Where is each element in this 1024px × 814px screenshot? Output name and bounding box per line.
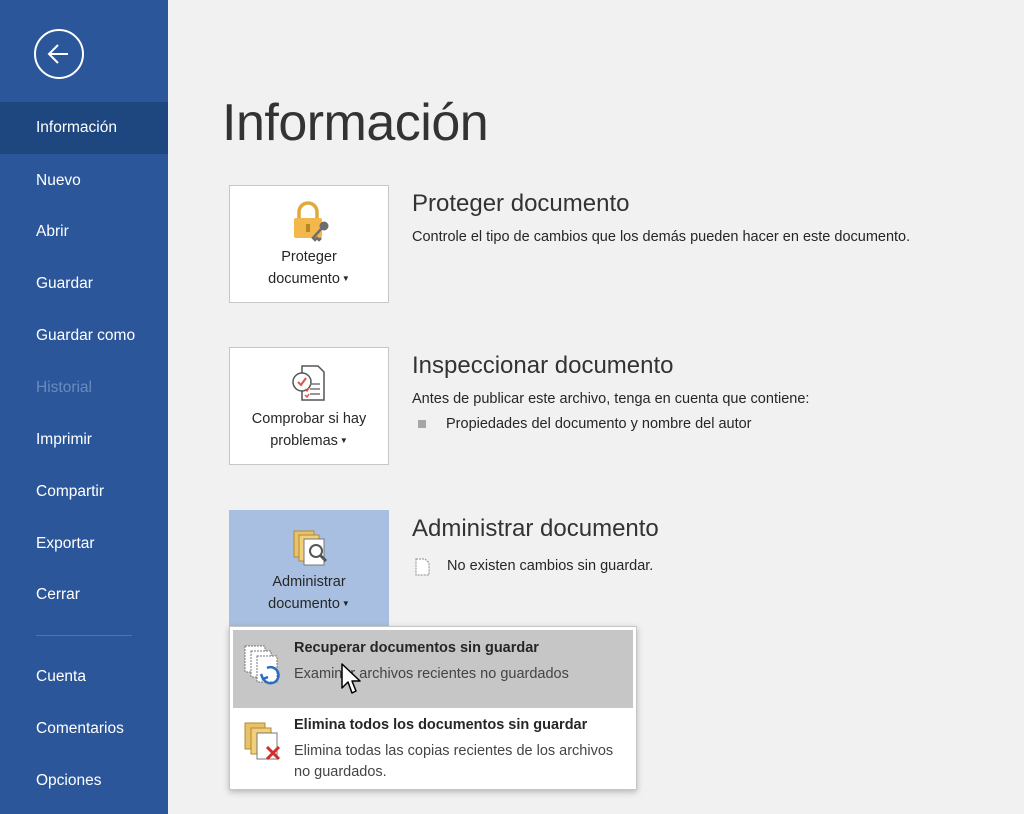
delete-documents-icon — [244, 722, 281, 761]
back-arrow-icon — [47, 44, 68, 64]
nav-cerrar[interactable]: Cerrar — [0, 569, 168, 621]
menu-delete-unsaved[interactable]: Elimina todos los documentos sin guardar… — [233, 711, 633, 787]
inspect-bullet-text: Propiedades del documento y nombre del a… — [446, 416, 752, 432]
nav-divider — [36, 635, 132, 636]
check-tile-line2: problemas — [270, 433, 338, 449]
nav-guardar-como[interactable]: Guardar como — [0, 310, 168, 362]
document-icon — [415, 558, 430, 576]
caret-down-icon: ▼ — [341, 599, 350, 609]
nav-nuevo[interactable]: Nuevo — [0, 155, 168, 207]
protect-title: Proteger documento — [412, 190, 630, 217]
inspect-description: Antes de publicar este archivo, tenga en… — [412, 391, 810, 407]
caret-down-icon: ▼ — [341, 274, 350, 284]
manage-document-menu: Recuperar documentos sin guardar Examina… — [229, 626, 637, 790]
protect-description: Controle el tipo de cambios que los demá… — [412, 229, 911, 245]
delete-title: Elimina todos los documentos sin guardar — [294, 717, 588, 733]
caret-down-icon: ▼ — [339, 436, 348, 446]
page-title: Información — [222, 94, 489, 152]
recover-documents-icon — [244, 645, 280, 685]
protect-tile-line2: documento — [268, 271, 340, 287]
nav-guardar[interactable]: Guardar — [0, 258, 168, 310]
bullet-square — [418, 420, 426, 428]
mouse-pointer-icon — [341, 663, 361, 694]
manage-title: Administrar documento — [412, 515, 659, 542]
manage-tile-line1: Administrar — [272, 574, 346, 590]
nav-imprimir[interactable]: Imprimir — [0, 414, 168, 466]
inspect-title: Inspeccionar documento — [412, 352, 674, 379]
recover-title: Recuperar documentos sin guardar — [294, 640, 539, 656]
nav-historial: Historial — [36, 379, 92, 396]
protect-document-button[interactable]: Proteger documento ▼ — [229, 185, 389, 303]
nav-comentarios[interactable]: Comentarios — [0, 703, 168, 755]
check-issues-button[interactable]: Comprobar si hay problemas ▼ — [229, 347, 389, 465]
menu-recover-unsaved[interactable]: Recuperar documentos sin guardar Examina… — [233, 630, 633, 708]
lock-key-icon — [294, 201, 329, 242]
nav-opciones[interactable]: Opciones — [0, 755, 168, 807]
delete-description: Elimina todas las copias recientes de lo… — [294, 743, 614, 780]
manage-documents-icon — [293, 530, 328, 566]
nav-cuenta[interactable]: Cuenta — [0, 651, 168, 703]
nav-informacion[interactable]: Información — [0, 102, 168, 154]
nav-abrir[interactable]: Abrir — [0, 206, 168, 258]
manage-document-button[interactable]: Administrar documento ▼ — [229, 510, 389, 628]
back-button[interactable] — [34, 29, 84, 79]
inspect-checklist-icon — [292, 365, 325, 401]
check-tile-line1: Comprobar si hay — [251, 411, 367, 427]
protect-tile-line1: Proteger — [281, 249, 337, 265]
manage-status: No existen cambios sin guardar. — [447, 558, 654, 574]
nav-exportar[interactable]: Exportar — [0, 518, 168, 570]
manage-tile-line2: documento — [268, 596, 340, 612]
nav-compartir[interactable]: Compartir — [0, 466, 168, 518]
backstage-sidebar: Información Nuevo Abrir Guardar Guardar … — [0, 0, 168, 814]
